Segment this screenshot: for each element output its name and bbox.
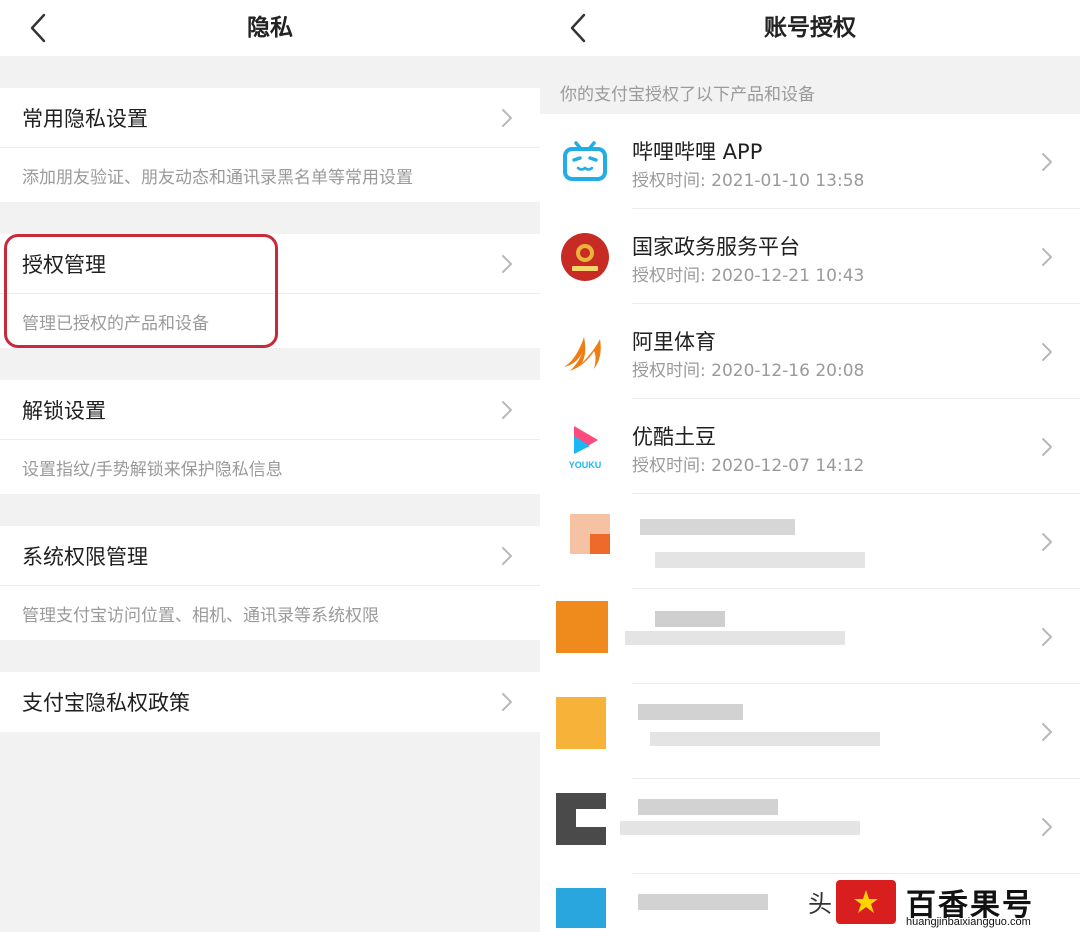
page-title: 隐私	[247, 15, 293, 41]
blurred-icon	[556, 888, 606, 928]
chevron-right-icon	[1042, 722, 1052, 741]
list-item-blurred[interactable]	[540, 779, 1080, 874]
list-item-blurred[interactable]	[540, 684, 1080, 779]
chevron-right-icon	[502, 254, 512, 273]
list-item[interactable]: YOUKU 优酷土豆 授权时间: 2020-12-07 14:12	[540, 399, 1080, 494]
list-item-blurred[interactable]	[540, 589, 1080, 684]
row-label: 解锁设置	[22, 398, 106, 423]
page-title: 账号授权	[764, 15, 856, 41]
chevron-right-icon	[1042, 342, 1052, 361]
chevron-right-icon	[1042, 247, 1052, 266]
row-label: 系统权限管理	[22, 544, 148, 569]
row-description: 添加朋友验证、朋友动态和通讯录黑名单等常用设置	[22, 167, 413, 188]
highlight-annotation	[4, 234, 278, 348]
privacy-page: 隐私 常用隐私设置 添加朋友验证、朋友动态和通讯录黑名单等常用设置 授权管理 管…	[0, 0, 540, 932]
alisports-icon	[564, 337, 601, 371]
list-item[interactable]: 哔哩哔哩 APP 授权时间: 2021-01-10 13:58	[540, 114, 1080, 209]
chevron-right-icon	[502, 108, 512, 127]
row-label: 常用隐私设置	[22, 106, 148, 131]
row-label: 支付宝隐私权政策	[22, 691, 190, 715]
row-privacy-policy[interactable]: 支付宝隐私权政策	[0, 672, 540, 732]
group-common-privacy: 常用隐私设置 添加朋友验证、朋友动态和通讯录黑名单等常用设置	[0, 88, 540, 202]
list-item-blurred[interactable]	[540, 494, 1080, 589]
item-name: 阿里体育	[632, 330, 716, 354]
account-auth-page: 账号授权 你的支付宝授权了以下产品和设备 哔哩哔哩 APP 授权时间: 2021…	[540, 0, 1080, 932]
chevron-right-icon	[1042, 152, 1052, 171]
item-name: 优酷土豆	[632, 425, 716, 449]
chevron-right-icon	[1042, 817, 1052, 836]
blurred-icon	[556, 697, 606, 749]
row-description: 管理支付宝访问位置、相机、通讯录等系统权限	[22, 605, 379, 626]
bilibili-icon	[563, 141, 607, 181]
screen: 隐私 常用隐私设置 添加朋友验证、朋友动态和通讯录黑名单等常用设置 授权管理 管…	[0, 0, 1080, 932]
hint-bar: 你的支付宝授权了以下产品和设备	[540, 56, 1080, 114]
item-time: 授权时间: 2020-12-21 10:43	[632, 266, 865, 286]
watermark-tail-text: 头	[808, 890, 832, 918]
chevron-right-icon	[1042, 627, 1052, 646]
auth-list: 哔哩哔哩 APP 授权时间: 2021-01-10 13:58 国家政务服务平台…	[540, 114, 1080, 932]
chevron-right-icon	[1042, 437, 1052, 456]
item-time: 授权时间: 2020-12-07 14:12	[632, 456, 865, 476]
row-unlock-settings[interactable]: 解锁设置	[0, 380, 540, 440]
privacy-navbar: 隐私	[0, 0, 540, 56]
chevron-right-icon	[502, 546, 512, 565]
hint-text: 你的支付宝授权了以下产品和设备	[560, 85, 815, 105]
group-system-permissions: 系统权限管理 管理支付宝访问位置、相机、通讯录等系统权限	[0, 526, 540, 640]
row-common-privacy[interactable]: 常用隐私设置	[0, 88, 540, 148]
item-time: 授权时间: 2021-01-10 13:58	[632, 171, 865, 191]
group-privacy-policy: 支付宝隐私权政策	[0, 672, 540, 732]
chevron-right-icon	[502, 693, 512, 711]
svg-text:YOUKU: YOUKU	[569, 460, 602, 470]
item-time: 授权时间: 2020-12-16 20:08	[632, 361, 865, 381]
row-description: 设置指纹/手势解锁来保护隐私信息	[22, 459, 283, 480]
gov-emblem-icon	[561, 233, 609, 281]
auth-navbar: 账号授权	[540, 0, 1080, 56]
list-item[interactable]: 阿里体育 授权时间: 2020-12-16 20:08	[540, 304, 1080, 399]
chevron-right-icon	[502, 400, 512, 419]
watermark-url: huangjinbaixiangguo.com	[906, 916, 1031, 928]
watermark: 头 百香果号 huangjinbaixiangguo.com	[808, 878, 1080, 932]
list-item[interactable]: 国家政务服务平台 授权时间: 2020-12-21 10:43	[540, 209, 1080, 304]
group-unlock-settings: 解锁设置 设置指纹/手势解锁来保护隐私信息	[0, 380, 540, 494]
item-name: 国家政务服务平台	[632, 235, 800, 259]
flag-logo-icon	[836, 880, 896, 924]
row-system-permissions[interactable]: 系统权限管理	[0, 526, 540, 586]
blurred-icon	[556, 601, 608, 653]
chevron-right-icon	[1042, 532, 1052, 551]
item-name: 哔哩哔哩 APP	[632, 140, 763, 164]
youku-icon: YOUKU	[569, 426, 602, 470]
